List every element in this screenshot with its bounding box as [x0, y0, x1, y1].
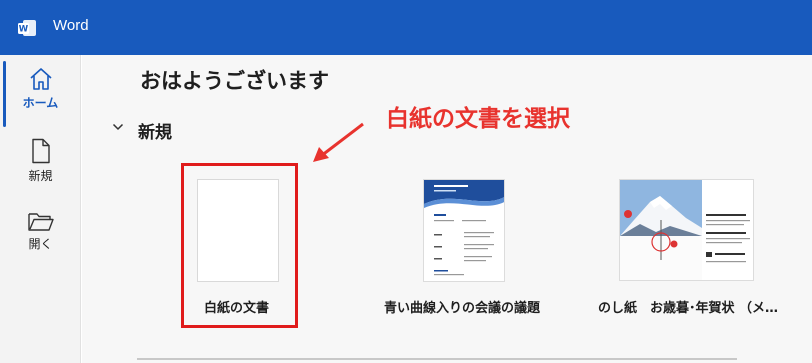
sidebar-item-label: 新規 [28, 169, 53, 183]
sidebar: ホーム 新規 開く [0, 55, 81, 363]
svg-text:W: W [19, 25, 29, 35]
annotation-arrow-icon [313, 122, 364, 162]
section-title: 新規 [138, 123, 172, 143]
new-document-icon [31, 138, 50, 164]
sidebar-item-home[interactable]: ホーム [0, 67, 81, 111]
home-icon [29, 68, 52, 90]
app-title: Word [53, 17, 89, 34]
template-thumbnail [424, 180, 504, 276]
template-label: 青い曲線入りの会議の議題 [384, 301, 541, 316]
annotation-text: 白紙の文書を選択 [386, 106, 570, 132]
template-label: のし紙 お歳暮･年賀状 （メ… [598, 301, 779, 316]
template-thumbnail [620, 180, 750, 280]
sidebar-item-new[interactable]: 新規 [0, 138, 81, 184]
word-logo-icon: W [18, 20, 36, 36]
template-meeting-agenda[interactable] [423, 179, 505, 282]
divider [137, 358, 737, 360]
sidebar-item-label: ホーム [22, 96, 59, 110]
template-label: 白紙の文書 [204, 301, 270, 316]
sidebar-item-open[interactable]: 開く [0, 210, 81, 252]
chevron-down-icon [112, 123, 124, 131]
home-pane: おはようございます 新規 白紙の文書を選択 白紙の文書 青い曲線入りの会議の議題… [82, 55, 812, 363]
greeting-heading: おはようございます [140, 69, 329, 93]
title-bar: W Word [0, 0, 812, 55]
template-noshi-paper[interactable] [619, 179, 754, 281]
open-folder-icon [27, 213, 54, 231]
sidebar-item-label: 開く [28, 237, 53, 251]
